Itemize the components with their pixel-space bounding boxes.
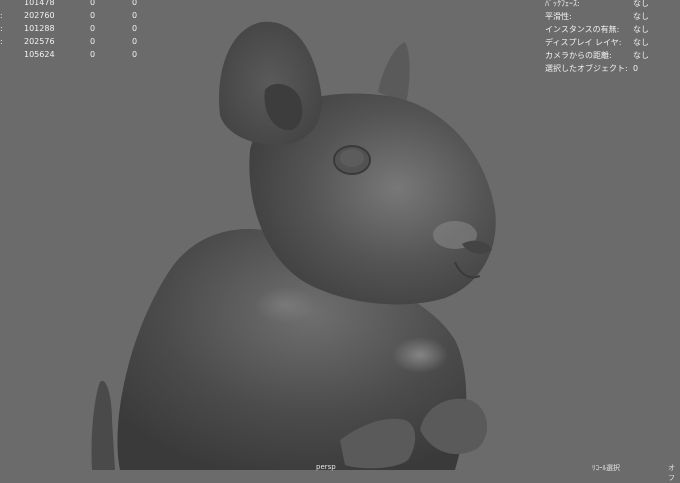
info-label: ﾊﾞｯｸﾌｪｰｽ: [545, 0, 580, 8]
stat-value: 0 [90, 50, 96, 59]
eye-lid [340, 149, 364, 167]
viewport-3d[interactable]: 101478 0 0 : 202760 0 0 : 101288 0 0 : 2… [0, 0, 680, 482]
chest-highlight [392, 337, 448, 373]
stat-value: 202760 [24, 11, 55, 20]
stat-value: 202576 [24, 37, 55, 46]
recall-selection-label: ﾘｺｰﾙ選択 [592, 464, 620, 472]
stat-value: 101478 [24, 0, 55, 7]
info-label: 平滑性: [545, 12, 572, 21]
info-label: 選択したオブジェクト: [545, 64, 628, 73]
stat-value: 105624 [24, 50, 55, 59]
recall-selection-value: オフ [668, 464, 675, 482]
stat-value: 0 [90, 11, 96, 20]
shoulder-highlight [255, 287, 315, 323]
info-value: なし [633, 0, 649, 8]
stats-row: : 202576 0 0 [0, 37, 200, 47]
stat-value: 101288 [24, 24, 55, 33]
info-value: なし [633, 25, 649, 34]
info-label: ディスプレイ レイヤ: [545, 38, 622, 47]
stat-value: 0 [132, 37, 138, 46]
stat-value: 0 [90, 37, 96, 46]
stat-value: 0 [90, 24, 96, 33]
stat-value: 0 [132, 50, 138, 59]
stat-value: 0 [90, 0, 96, 7]
info-value: なし [633, 51, 649, 60]
info-value: なし [633, 12, 649, 21]
left-ear [219, 21, 322, 146]
stats-row: 105624 0 0 [0, 50, 200, 60]
row-edge: : [0, 24, 3, 33]
right-ear [378, 42, 410, 104]
stats-row: : 101288 0 0 [0, 24, 200, 34]
stat-value: 0 [132, 11, 138, 20]
row-edge: : [0, 37, 3, 46]
stat-value: 0 [132, 0, 138, 7]
info-value: なし [633, 38, 649, 47]
info-label: カメラからの距離: [545, 51, 612, 60]
info-value: 0 [633, 64, 639, 73]
info-label: インスタンスの有無: [545, 25, 620, 34]
row-edge: : [0, 11, 3, 20]
stats-row: : 202760 0 0 [0, 11, 200, 21]
tail [91, 380, 115, 470]
stat-value: 0 [132, 24, 138, 33]
stats-row: 101478 0 0 [0, 0, 200, 8]
